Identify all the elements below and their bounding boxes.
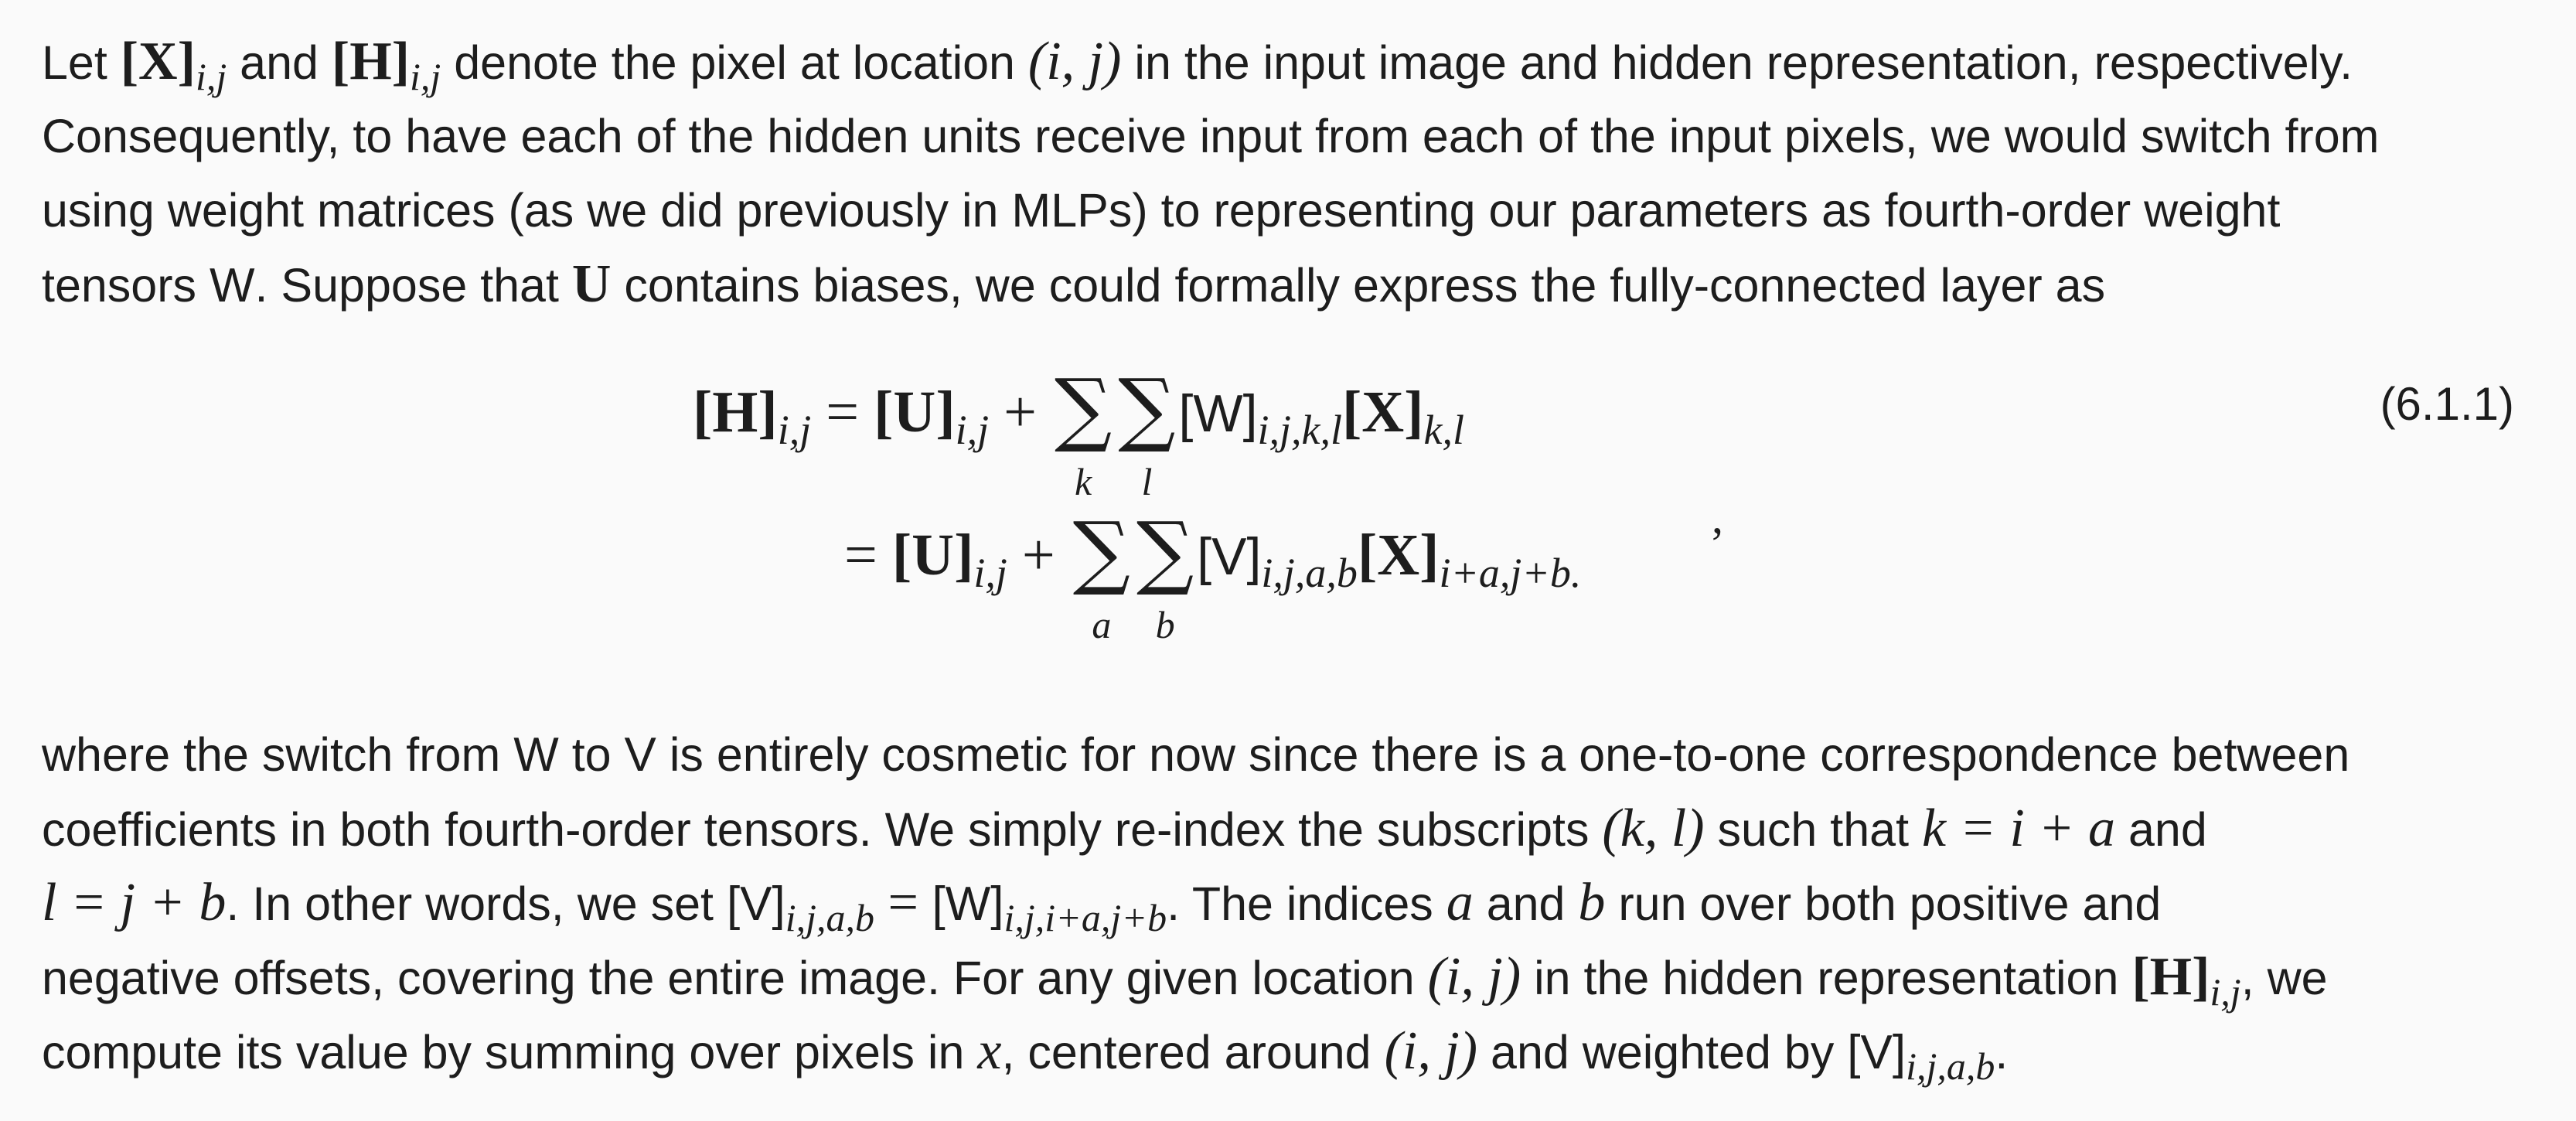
display-equation: [H]i,j = [U]i,j + ∑ k ∑ l [W]i,j,k,l[X]k,l =… [0, 356, 2576, 680]
text-run: run over both positive and [1605, 877, 2162, 930]
math-subscript: k,l [1423, 407, 1464, 453]
text-run: Let [42, 36, 121, 89]
text-run: . [1995, 1026, 2009, 1078]
plus-sign: + [1007, 523, 1070, 588]
math-a: a [1446, 873, 1474, 932]
math-expression: l = j + b [42, 873, 227, 932]
math-subscript: i,j,k,l [1257, 407, 1342, 453]
text-run: and [1473, 877, 1579, 930]
math-V: [V] [726, 877, 785, 931]
text-run: coefficients in both fourth-order tensor… [42, 803, 1603, 856]
sum-index: a [1092, 603, 1112, 646]
math-x: x [977, 1021, 1002, 1081]
math-subscript: i,j [973, 550, 1007, 596]
text-run: in the input image and hidden representa… [1121, 36, 2353, 89]
math-U: U [571, 254, 612, 314]
math-subscript: i,j [409, 55, 441, 98]
math-expression: k = i + a [1922, 799, 2116, 858]
math-X: [X] [120, 32, 196, 91]
text-run: to [558, 728, 625, 781]
period: . [1570, 550, 1582, 596]
math-subscript: i,j [777, 407, 812, 453]
text-line: Consequently, to have each of the hidden… [42, 110, 2380, 162]
equation-row-1: [H]i,j = [U]i,j + ∑ k ∑ l [W]i,j,k,l[X]k,l [693, 368, 1464, 501]
math-H: [H] [693, 380, 778, 445]
sigma-glyph: ∑ [1072, 504, 1131, 598]
math-location: (i, j) [1027, 32, 1122, 91]
text-run: contains biases, we could formally expre… [611, 259, 2106, 312]
equation-comma: , [1712, 492, 1723, 543]
text-run: tensors [42, 259, 210, 312]
text-line: tensors W. Suppose that U contains biase… [42, 247, 2547, 322]
text-line: Let [X]i,j and [H]i,j denote the pixel a… [42, 25, 2547, 99]
math-index-pair: (k, l) [1602, 799, 1705, 858]
equation-number: (6.1.1) [2380, 378, 2514, 430]
text-line: using weight matrices (as we did previou… [42, 184, 2281, 237]
math-W: [W] [932, 877, 1004, 931]
math-U: [U] [891, 523, 974, 588]
intro-paragraph: Let [X]i,j and [H]i,j denote the pixel a… [42, 25, 2547, 322]
math-subscript: i,j,a,b [1906, 1044, 1995, 1088]
sigma-glyph: ∑ [1055, 361, 1113, 455]
math-subscript: i,j,a,b [785, 896, 875, 939]
math-X: [X] [1357, 523, 1440, 588]
sum-index: l [1141, 460, 1153, 503]
text-run: denote the pixel at location [441, 36, 1028, 89]
text-run: negative offsets, covering the entire im… [42, 952, 1428, 1004]
text-run: is entirely cosmetic for now since there… [656, 728, 2350, 781]
math-V: [V] [1847, 1026, 1906, 1079]
text-line: l = j + b. In other words, we set [V]i,j… [42, 866, 2547, 940]
math-b: b [1578, 873, 1606, 932]
explanation-paragraph: where the switch from W to V is entirely… [42, 717, 2547, 1089]
text-run: in the hidden representation [1521, 952, 2132, 1004]
text-run: . In other words, we set [226, 877, 727, 930]
math-V: [V] [1197, 527, 1262, 586]
text-run: and [2115, 803, 2207, 856]
math-location: (i, j) [1427, 947, 1521, 1007]
text-line: coefficients in both fourth-order tensor… [42, 792, 2547, 866]
text-line: compute its value by summing over pixels… [42, 1014, 2547, 1089]
text-run: such that [1704, 803, 1923, 856]
sum-symbol: ∑ k [1055, 368, 1112, 501]
sum-index: k [1075, 460, 1092, 503]
math-W: [W] [1178, 384, 1258, 443]
sigma-glyph: ∑ [1136, 504, 1194, 598]
math-subscript: i+a,j+b [1439, 550, 1571, 596]
math-U: [U] [874, 380, 956, 445]
sum-symbol: ∑ a [1073, 511, 1130, 644]
math-subscript: i,j [2210, 970, 2241, 1014]
text-line: where the switch from W to V is entirely… [42, 717, 2547, 792]
sum-symbol: ∑ b [1136, 511, 1194, 644]
text-run: . Suppose that [254, 259, 572, 312]
math-V: V [624, 728, 656, 782]
math-X: [X] [1341, 380, 1424, 445]
text-run: and [227, 36, 332, 89]
text-run: , centered around [1001, 1026, 1385, 1078]
text-run: where the switch from [42, 728, 514, 781]
equation-row-2: = [U]i,j + ∑ a ∑ b [V]i,j,a,b[X]i+a,j+b. [844, 511, 1582, 644]
math-subscript: i,j [195, 55, 227, 98]
equals-sign: = [811, 380, 874, 445]
math-location: (i, j) [1384, 1021, 1478, 1081]
math-W: W [210, 259, 255, 312]
equals-sign: = [844, 523, 892, 588]
math-subscript: i,j [955, 407, 990, 453]
sum-index: b [1155, 603, 1175, 646]
equals-sign: = [874, 873, 932, 932]
text-run: compute its value by summing over pixels… [42, 1026, 978, 1078]
sigma-glyph: ∑ [1118, 361, 1176, 455]
text-run: and weighted by [1477, 1026, 1848, 1078]
sum-symbol: ∑ l [1118, 368, 1175, 501]
plus-sign: + [989, 380, 1052, 445]
math-W: W [513, 728, 559, 782]
math-subscript: i,j,i+a,j+b [1003, 896, 1167, 939]
text-run: . The indices [1167, 877, 1446, 930]
text-line: negative offsets, covering the entire im… [42, 940, 2547, 1014]
text-run: , we [2240, 952, 2328, 1004]
math-subscript: i,j,a,b [1261, 550, 1358, 596]
math-H: [H] [331, 32, 410, 91]
math-H: [H] [2131, 947, 2210, 1007]
